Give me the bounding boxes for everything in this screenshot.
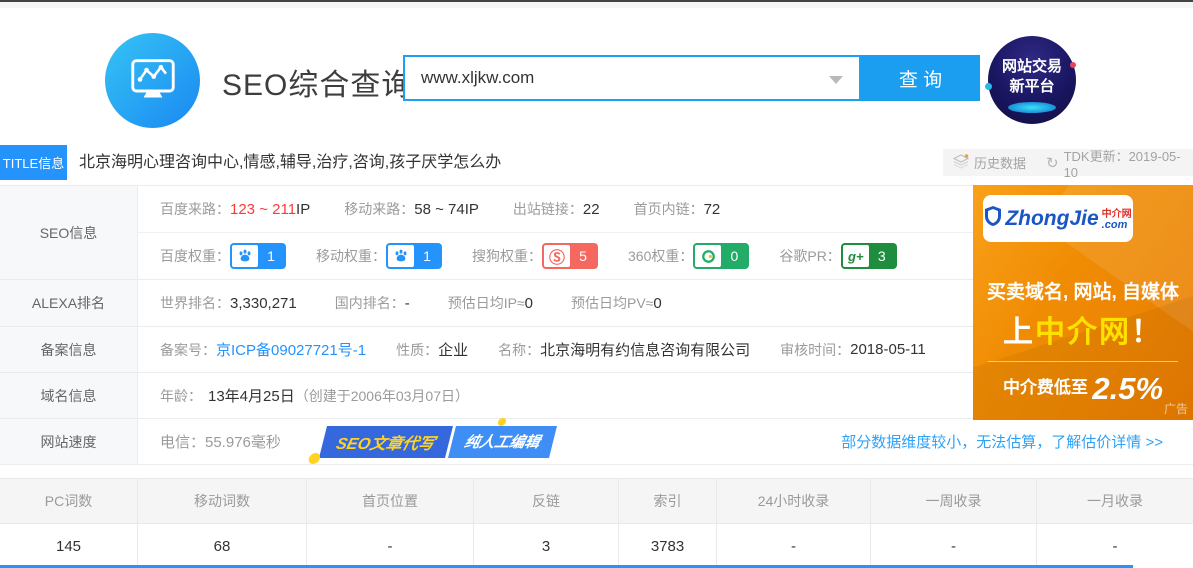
homepage-internal-links: 首页内链： 72 xyxy=(634,199,721,219)
col-header-24h-inclusion: 24小时收录 xyxy=(717,479,871,524)
site-logo xyxy=(105,33,200,128)
table-row-speed: 网站速度 电信：55.976毫秒 SEO文章代写 纯人工编辑 部分数据维度较小，… xyxy=(0,419,1193,465)
row-label-alexa: ALEXA排名 xyxy=(0,280,138,326)
tdk-update-badge: ↻ TDK更新：2019-05-10 xyxy=(1036,149,1193,176)
search-input[interactable] xyxy=(405,58,805,98)
chevron-down-icon[interactable] xyxy=(829,76,843,84)
baidu-traffic: 百度来路： 123 ~ 211 IP xyxy=(160,199,310,219)
layers-icon xyxy=(953,154,969,172)
yellow-dot-icon xyxy=(497,418,507,426)
promo-right-text: 纯人工编辑 xyxy=(448,426,557,458)
row-label-icp: 备案信息 xyxy=(0,327,138,372)
search-bar: 查 询 xyxy=(403,55,980,101)
col-header-month-inclusion: 一月收录 xyxy=(1037,479,1193,524)
cell-backlinks: 3 xyxy=(474,524,619,568)
refresh-icon: ↻ xyxy=(1046,154,1059,172)
ad-tag-label: 广告 xyxy=(1164,400,1188,417)
col-header-home-position: 首页位置 xyxy=(307,479,474,524)
cell-week-inclusion: - xyxy=(871,524,1037,568)
sogou-icon: Ⓢ xyxy=(544,245,570,267)
monitor-chart-icon xyxy=(127,52,179,109)
ad-slogan-line1: 买卖域名, 网站, 自媒体 xyxy=(973,277,1193,304)
cell-index: 3783 xyxy=(619,524,717,568)
col-header-mobile-words: 移动词数 xyxy=(138,479,307,524)
cell-home-position: - xyxy=(307,524,474,568)
ad-divider xyxy=(988,361,1178,362)
icp-number: 备案号： 京ICP备09027721号-1 xyxy=(160,339,366,360)
mobile-traffic: 移动来路： 58 ~ 74 IP xyxy=(344,199,479,219)
domain-age: 年龄： 13年4月25日 （创建于2006年03月07日） xyxy=(160,385,469,406)
baidu-weight-badge[interactable]: 1 xyxy=(230,243,286,269)
icp-number-link[interactable]: 京ICP备09027721号-1 xyxy=(216,339,366,360)
estimated-daily-ip: 预估日均IP≈ 0 xyxy=(448,293,533,313)
history-data-label: 历史数据 xyxy=(974,153,1026,172)
row-label-domain: 域名信息 xyxy=(0,373,138,418)
col-header-index: 索引 xyxy=(619,479,717,524)
keyword-stats-table: PC词数 移动词数 首页位置 反链 索引 24小时收录 一周收录 一月收录 14… xyxy=(0,478,1193,568)
history-data-button[interactable]: 历史数据 xyxy=(943,149,1036,176)
cell-24h-inclusion: - xyxy=(717,524,871,568)
domestic-rank: 国内排名： - xyxy=(335,293,410,313)
promo-left-text: SEO文章代写 xyxy=(319,426,453,458)
icp-company-name: 名称： 北京海明有约信息咨询有限公司 xyxy=(498,339,750,360)
query-button[interactable]: 查 询 xyxy=(861,55,980,101)
valuation-detail-link[interactable]: 部分数据维度较小，无法估算，了解估价详情 >> xyxy=(841,431,1163,452)
ad-logo-cn: 中介网 xyxy=(1102,209,1132,220)
trade-badge-line2: 新平台 xyxy=(988,77,1076,97)
so360-icon xyxy=(695,245,721,267)
ad-logo-text: ZhongJie xyxy=(1005,207,1098,231)
cell-mobile-words: 68 xyxy=(138,524,307,568)
site-title-text: 北京海明心理咨询中心,情感,辅导,治疗,咨询,孩子厌学怎么办 xyxy=(79,145,501,180)
cell-pc-words: 145 xyxy=(0,524,138,568)
row-label-seo: SEO信息 xyxy=(0,186,138,279)
icp-audit-date: 审核时间： 2018-05-11 xyxy=(780,340,926,360)
page-title: SEO综合查询 xyxy=(222,60,412,104)
sogou-weight-badge[interactable]: Ⓢ 5 xyxy=(542,243,598,269)
world-rank: 世界排名： 3,330,271 xyxy=(160,293,297,313)
website-trade-badge[interactable]: 网站交易 新平台 xyxy=(988,36,1076,124)
cell-month-inclusion: - xyxy=(1037,524,1193,568)
google-pr-badge[interactable]: g+ 3 xyxy=(841,243,897,269)
mobile-weight: 移动权重： 1 xyxy=(316,243,442,269)
ad-fee-line: 中介费低至 2.5% xyxy=(973,371,1193,407)
search-box xyxy=(403,55,861,101)
estimated-daily-pv: 预估日均PV≈ 0 xyxy=(571,293,662,313)
baidu-weight: 百度权重： 1 xyxy=(160,243,286,269)
cyan-dot-icon xyxy=(985,83,992,90)
baidu-paw-icon xyxy=(232,245,258,267)
sogou-weight: 搜狗权重： Ⓢ 5 xyxy=(472,243,598,269)
google-pr: 谷歌PR： g+ 3 xyxy=(779,243,896,269)
baidu-paw-icon xyxy=(388,245,414,267)
outbound-links: 出站链接： 22 xyxy=(513,199,600,219)
zhongjie-logo: ZhongJie 中介网 .com xyxy=(983,195,1133,242)
google-plus-icon: g+ xyxy=(843,245,869,267)
title-info-label: TITLE信息 xyxy=(0,145,67,180)
col-header-week-inclusion: 一周收录 xyxy=(871,479,1037,524)
zhongjie-ad-banner[interactable]: ZhongJie 中介网 .com 买卖域名, 网站, 自媒体 上中介网！ 中介… xyxy=(973,185,1193,420)
col-header-backlinks: 反链 xyxy=(474,479,619,524)
top-strip xyxy=(0,2,1193,8)
ad-logo-com: .com xyxy=(1102,220,1132,231)
seo-article-promo-banner[interactable]: SEO文章代写 纯人工编辑 xyxy=(319,426,557,458)
so360-weight-badge[interactable]: 0 xyxy=(693,243,749,269)
red-dot-icon xyxy=(1070,62,1076,68)
so360-weight: 360权重： 0 xyxy=(628,243,749,269)
icp-nature: 性质： 企业 xyxy=(396,339,468,360)
trade-badge-line1: 网站交易 xyxy=(988,57,1076,77)
glow-platform-icon xyxy=(1008,102,1056,113)
row-label-speed: 网站速度 xyxy=(0,419,138,464)
yellow-dot-icon xyxy=(307,453,321,464)
seo-query-page: SEO综合查询 查 询 网站交易 新平台 TITLE信息 北京海明心理咨询中心,… xyxy=(0,0,1193,568)
title-info-bar: TITLE信息 北京海明心理咨询中心,情感,辅导,治疗,咨询,孩子厌学怎么办 历… xyxy=(0,145,1193,180)
tdk-update-text: TDK更新：2019-05-10 xyxy=(1064,146,1183,180)
col-header-pc-words: PC词数 xyxy=(0,479,138,524)
ad-slogan-line2: 上中介网！ xyxy=(973,307,1193,351)
mobile-weight-badge[interactable]: 1 xyxy=(386,243,442,269)
shield-icon xyxy=(984,205,1002,232)
telecom-speed: 电信：55.976毫秒 xyxy=(160,431,281,452)
